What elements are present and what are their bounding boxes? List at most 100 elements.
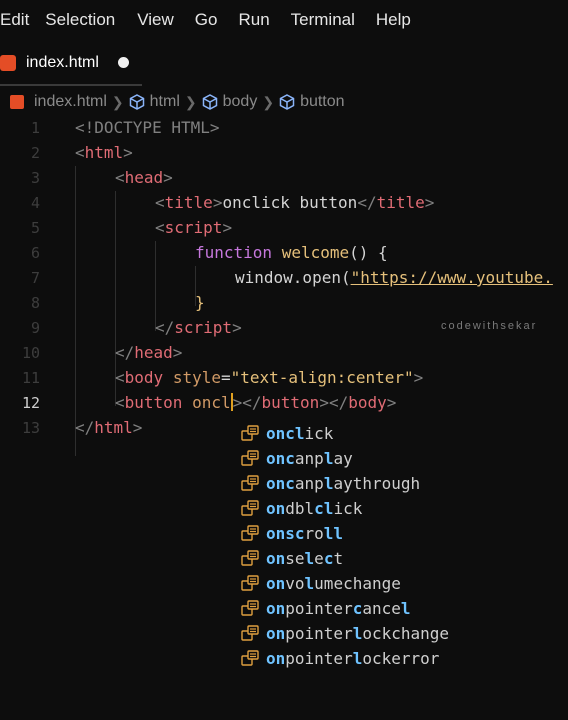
unsaved-dot-icon[interactable] [118,57,129,68]
menu-edit[interactable]: Edit [0,10,29,30]
line-number: 3 [30,169,40,187]
line-number: 4 [30,194,40,212]
keyword: function [195,243,273,262]
html-file-icon [0,55,16,71]
tag-name: button [261,393,320,412]
menu-terminal[interactable]: Terminal [291,10,355,30]
doctype: <!DOCTYPE HTML> [75,118,220,137]
line-number: 13 [21,419,40,437]
line-number: 6 [30,244,40,262]
code-line: 10 </head> [0,341,568,366]
tab-index-html[interactable]: index.html [0,44,142,86]
url-string[interactable]: "https://www.youtube. [351,268,553,287]
menu-run[interactable]: Run [238,10,269,30]
suggestion-label: onvolumechange [266,574,401,593]
line-number: 2 [30,144,40,162]
property-icon [241,525,260,541]
tag-name: body [348,393,387,412]
breadcrumb-body[interactable]: body [223,93,258,111]
code-line: 7 window.open("https://www.youtube. [0,266,568,291]
property-icon [241,650,260,666]
breadcrumb-html[interactable]: html [150,93,180,111]
suggestion-item[interactable]: onpointerlockerror [236,646,568,671]
tag-name: html [94,418,133,437]
breadcrumb: index.html ❯ html ❯ body ❯ button [0,90,345,114]
line-number: 9 [30,319,40,337]
code-line-active: 12 <button oncl ></button></body> [0,391,568,416]
property-icon [241,450,260,466]
code-line: 1 <!DOCTYPE HTML> [0,116,568,141]
code-line: 2 <html> [0,141,568,166]
suggestion-label: oncanplay [266,449,353,468]
suggestion-label: oncanplaythrough [266,474,421,493]
tag-name: head [124,168,164,187]
code-line: 11 <body style="text-align:center"> [0,366,568,391]
line-number: 8 [30,294,40,312]
line-number: 12 [21,394,40,412]
property-icon [241,575,260,591]
suggestion-item[interactable]: oncanplaythrough [236,471,568,496]
suggestion-item[interactable]: ondblclick [236,496,568,521]
line-number: 7 [30,269,40,287]
suggestion-label: onscroll [266,524,344,543]
tag-name: title [376,193,425,212]
suggestion-item[interactable]: onselect [236,546,568,571]
code-line: 3 <head> [0,166,568,191]
tag-name: script [164,218,223,237]
brace: } [195,293,205,312]
tab-label: index.html [26,54,99,71]
property-icon [241,550,260,566]
line-number: 1 [30,119,40,137]
suggestion-label: onpointercancel [266,599,411,618]
tag-name: html [84,143,124,162]
tag-name: head [134,343,173,362]
suggestion-label: onselect [266,549,344,568]
code-line: 5 <script> [0,216,568,241]
menu-bar: Edit Selection View Go Run Terminal Help [0,0,568,40]
menu-view[interactable]: View [137,10,174,30]
suggestion-item[interactable]: onpointerlockchange [236,621,568,646]
suggestion-item[interactable]: onvolumechange [236,571,568,596]
code-line: 8 } [0,291,568,316]
line-number: 11 [21,369,40,387]
menu-help[interactable]: Help [376,10,411,30]
chevron-right-icon: ❯ [111,93,124,110]
suggestion-label: onpointerlockchange [266,624,450,643]
element-cube-icon [202,94,217,110]
html-file-icon [10,95,24,109]
attribute-value: "text-align:center" [230,368,414,387]
title-text: onclick button [222,193,358,212]
element-cube-icon [129,94,144,110]
watermark: codewithsekar [441,320,538,332]
chevron-right-icon: ❯ [262,93,275,110]
tag-name: title [164,193,213,212]
code-line: 6 function welcome() { [0,241,568,266]
menu-selection[interactable]: Selection [45,10,115,30]
typed-attribute: oncl [192,393,231,412]
element-cube-icon [279,94,295,110]
function-name: welcome [281,243,350,262]
tag-name: body [124,368,164,387]
suggestion-label: onclick [266,424,334,443]
line-number: 5 [30,219,40,237]
suggestion-label: onpointerlockerror [266,649,440,668]
suggestion-label: ondblclick [266,499,363,518]
property-icon [241,425,260,441]
breadcrumb-button[interactable]: button [300,93,344,111]
suggestion-item[interactable]: onscroll [236,521,568,546]
suggestion-item[interactable]: oncanplay [236,446,568,471]
property-icon [241,625,260,641]
tag-name: script [174,318,233,337]
attribute-name: style [172,368,221,387]
punctuation: () { [349,243,388,262]
suggestion-item[interactable]: onpointercancel [236,596,568,621]
property-icon [241,475,260,491]
menu-go[interactable]: Go [195,10,218,30]
tag-name: button [124,393,183,412]
tab-bar: index.html [0,44,568,86]
identifier: window.open( [235,268,351,287]
suggestion-item[interactable]: onclick [236,421,568,446]
breadcrumb-file[interactable]: index.html [34,93,107,111]
property-icon [241,500,260,516]
property-icon [241,600,260,616]
